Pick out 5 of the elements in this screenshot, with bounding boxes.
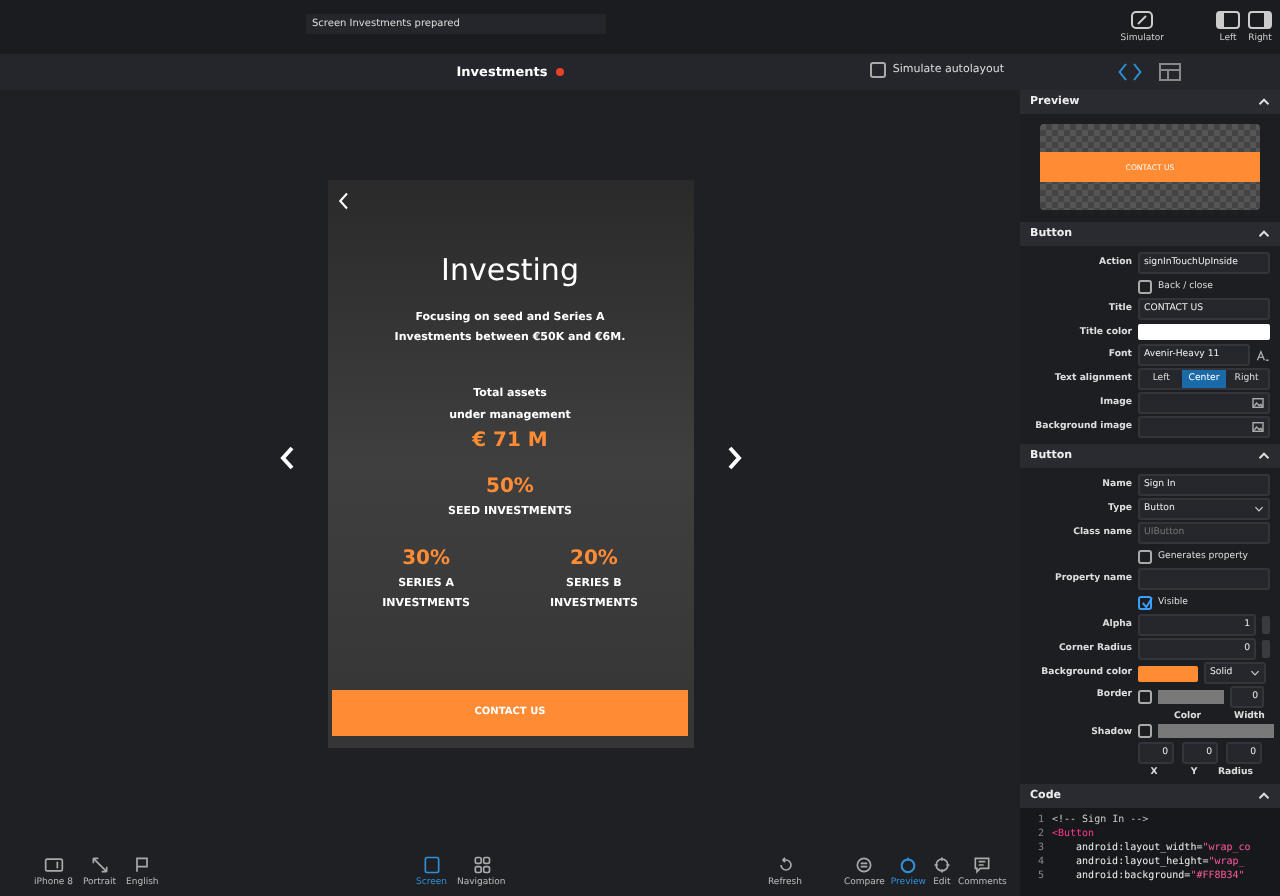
screen-heading: Investing [441, 251, 579, 287]
stat-percentage: 30% [402, 547, 450, 570]
stat-percentage: 50% [486, 476, 534, 499]
stat-percentage: 20% [570, 547, 618, 570]
assets-amount: € 71 M [472, 430, 548, 453]
